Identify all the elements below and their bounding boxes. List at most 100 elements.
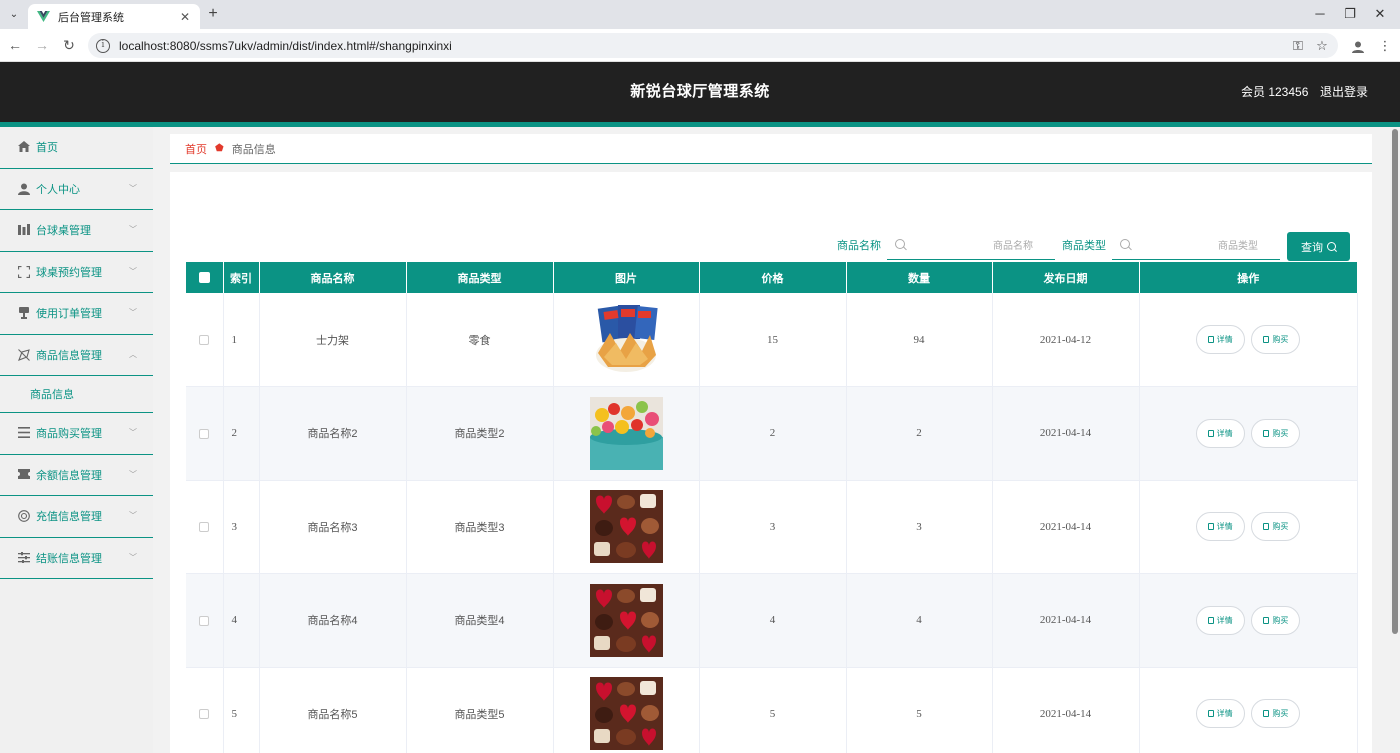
row-checkbox[interactable] (199, 522, 210, 533)
buy-label: 购买 (1272, 615, 1289, 625)
buy-button[interactable]: 购买 (1251, 605, 1301, 635)
detail-icon (1207, 336, 1214, 343)
index-cell: 5 (223, 667, 260, 753)
detail-icon (1207, 616, 1214, 624)
column-header: 索引 (223, 262, 260, 293)
row-select-cell (186, 573, 224, 668)
vue-logo-icon (36, 10, 50, 24)
column-header: 价格 (699, 262, 847, 293)
bookmark-star-icon[interactable]: ☆ (1312, 33, 1332, 58)
sidebar-subitem-label: 商品信息 (30, 389, 74, 401)
product-image-chocolates (589, 490, 663, 564)
forward-icon[interactable]: → (33, 36, 51, 54)
chevron-down-icon: ﹀ (129, 308, 137, 318)
site-info-icon[interactable]: i (96, 38, 110, 53)
product-image-chocolates (589, 583, 663, 657)
page-scrollbar[interactable] (1390, 127, 1400, 753)
column-header: 图片 (553, 262, 700, 293)
password-key-icon[interactable]: ⚿ (1288, 33, 1308, 58)
sidebar-item-label: 个人中心 (36, 183, 80, 196)
column-header: 商品名称 (259, 262, 407, 293)
sidebar-item-orders[interactable]: 使用订单管理 ﹀ (0, 293, 153, 335)
detail-label: 详情 (1216, 709, 1233, 719)
restore-icon[interactable]: ❐ (1339, 4, 1361, 24)
user-icon (18, 183, 30, 195)
detail-button[interactable]: 详情 (1195, 512, 1245, 542)
scrollbar-thumb[interactable] (1392, 129, 1398, 634)
sidebar-item-reservations[interactable]: 球桌预约管理 ﹀ (0, 252, 153, 293)
select-all-header[interactable] (186, 262, 224, 293)
new-tab-icon[interactable]: + (204, 5, 222, 23)
sidebar-item-label: 结账信息管理 (36, 552, 102, 565)
window-close-icon[interactable]: ✕ (1369, 4, 1391, 24)
detail-button[interactable]: 详情 (1195, 418, 1245, 448)
qty-cell: 5 (846, 667, 993, 753)
chevron-up-icon: ︿ (129, 349, 137, 359)
sidebar-item-balance[interactable]: 余额信息管理 ﹀ (0, 455, 153, 496)
table-header-row: 索引 商品名称 商品类型 图片 价格 数量 发布日期 操作 (186, 262, 1357, 293)
name-cell: 商品名称5 (259, 667, 407, 753)
date-cell: 2021-04-14 (992, 386, 1140, 481)
tab-title: 后台管理系统 (58, 11, 124, 24)
image-cell (553, 573, 700, 668)
sidebar-subitem-goods-info[interactable]: 商品信息 (0, 376, 153, 413)
browser-tab[interactable]: 后台管理系统 ✕ (28, 4, 200, 29)
search-type-input[interactable] (1136, 235, 1258, 257)
row-checkbox[interactable] (199, 428, 210, 439)
actions-cell: 详情 购买 (1139, 480, 1358, 574)
detail-button[interactable]: 详情 (1195, 699, 1245, 729)
sidebar-item-checkout[interactable]: 结账信息管理 ﹀ (0, 538, 153, 579)
breadcrumb: 首页 ⬟ 商品信息 (170, 134, 1372, 164)
date-cell: 2021-04-14 (992, 667, 1140, 753)
settings-icon (18, 551, 30, 564)
name-cell: 商品名称3 (259, 480, 407, 574)
table-row: 5 商品名称5 商品类型5 5 5 2021-04-14 详情 购买 (186, 667, 1358, 753)
tab-close-icon[interactable]: ✕ (178, 10, 192, 24)
sidebar-item-purchases[interactable]: 商品购买管理 ﹀ (0, 413, 153, 455)
type-cell: 商品类型3 (406, 480, 554, 574)
goods-table: 索引 商品名称 商品类型 图片 价格 数量 发布日期 操作 1 士力架 零食 1… (186, 262, 1358, 753)
select-all-checkbox[interactable] (198, 272, 210, 284)
sidebar-item-goods[interactable]: 商品信息管理 ︿ (0, 335, 153, 376)
detail-label: 详情 (1216, 335, 1233, 344)
search-name-input[interactable] (911, 235, 1033, 257)
chevron-down-icon: ﹀ (129, 511, 137, 521)
main-content: 首页 ⬟ 商品信息 商品名称 商品类型 查询 索引 商品名称 (153, 127, 1390, 753)
buy-button[interactable]: 购买 (1251, 512, 1301, 542)
browser-menu-icon[interactable]: ⋮ (1376, 33, 1394, 58)
search-type-field[interactable] (1112, 232, 1280, 260)
logout-link[interactable]: 退出登录 (1320, 62, 1368, 122)
buy-button[interactable]: 购买 (1251, 418, 1301, 448)
row-checkbox[interactable] (199, 615, 210, 626)
app-title: 新锐台球厅管理系统 (630, 83, 770, 100)
detail-button[interactable]: 详情 (1195, 605, 1245, 635)
sidebar-item-home[interactable]: 首页 (0, 127, 153, 169)
tab-search-button[interactable]: ⌄ (4, 5, 24, 23)
sidebar-item-recharge[interactable]: 充值信息管理 ﹀ (0, 496, 153, 538)
query-button[interactable]: 查询 (1287, 232, 1350, 261)
sidebar-item-profile[interactable]: 个人中心 ﹀ (0, 169, 153, 210)
detail-button[interactable]: 详情 (1195, 325, 1245, 354)
minimize-icon[interactable]: ─ (1309, 4, 1331, 24)
chevron-down-icon: ﹀ (129, 183, 137, 193)
search-name-field[interactable] (887, 232, 1055, 260)
buy-button[interactable]: 购买 (1251, 699, 1301, 729)
ticket-icon (18, 468, 30, 481)
order-icon (18, 307, 30, 320)
row-checkbox[interactable] (199, 709, 210, 720)
table-row: 2 商品名称2 商品类型2 2 2 2021-04-14 详情 购买 (186, 386, 1358, 481)
buy-button[interactable]: 购买 (1251, 325, 1301, 354)
url-field[interactable]: i localhost:8080/ssms7ukv/admin/dist/ind… (88, 33, 1338, 58)
row-checkbox[interactable] (199, 334, 210, 345)
index-cell: 2 (223, 386, 260, 481)
name-cell: 商品名称4 (259, 573, 407, 668)
sidebar-item-tables[interactable]: 台球桌管理 ﹀ (0, 210, 153, 252)
breadcrumb-home[interactable]: 首页 (185, 141, 207, 157)
actions-cell: 详情 购买 (1139, 293, 1358, 387)
profile-icon[interactable] (1347, 33, 1369, 58)
buy-label: 购买 (1272, 335, 1289, 344)
address-bar: ← → ↻ i localhost:8080/ssms7ukv/admin/di… (0, 29, 1400, 62)
row-select-cell (186, 480, 224, 574)
back-icon[interactable]: ← (6, 36, 24, 54)
reload-icon[interactable]: ↻ (60, 36, 78, 54)
